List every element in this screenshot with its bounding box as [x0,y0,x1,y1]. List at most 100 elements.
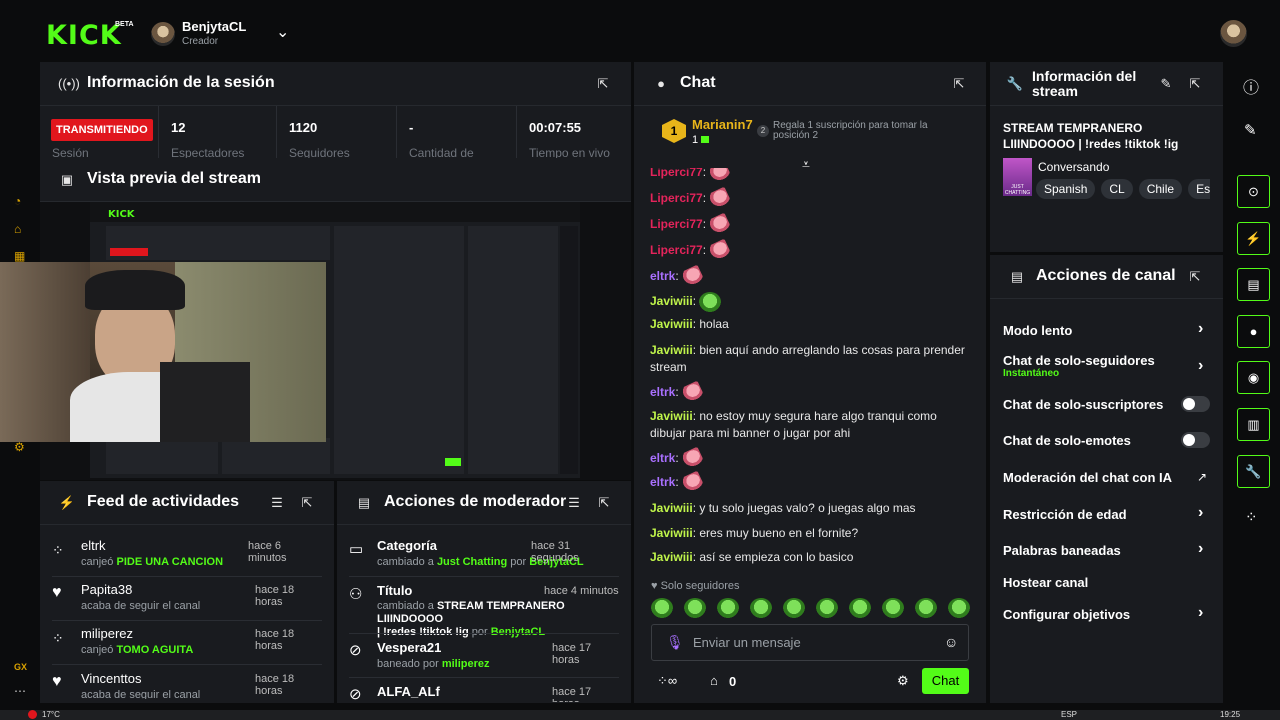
chat-message[interactable]: Liperci77: [650,186,970,212]
list-icon[interactable]: ▥ [1237,408,1270,441]
emotes-only-toggle[interactable] [1181,432,1210,448]
robot-icon[interactable]: ⌂ [14,222,21,236]
tag[interactable]: Esp [1188,179,1210,199]
feed-item[interactable]: ♥ Vincenttos acaba de seguir el canal ha… [52,671,322,699]
emoji-icon[interactable]: ☺ [944,634,958,650]
camera-icon[interactable]: ⊙ [1237,175,1270,208]
layers-icon[interactable]: ▦ [14,249,25,263]
chat-message[interactable]: Javiwiii: [650,292,970,312]
store-icon[interactable]: ⌂ [710,673,718,688]
gear-icon[interactable]: ⚙ [897,673,909,689]
chat-message[interactable]: eltrk: [650,380,970,406]
popout-icon[interactable]: ⇱ [950,75,968,93]
chat-username[interactable]: eltrk [650,385,675,399]
followers-only-row[interactable]: Chat de solo-seguidores [1003,353,1155,368]
chat-message[interactable]: Liperci77: [650,238,970,264]
chevron-right-icon[interactable]: › [1198,540,1203,558]
wrench-icon[interactable]: 🔧 [1237,455,1270,488]
subscribers-only-toggle[interactable] [1181,396,1210,412]
banned-words-row[interactable]: Palabras baneadas [1003,543,1121,558]
emote-button[interactable] [915,598,937,618]
chat-message[interactable]: Javiwiii: no estoy muy segura hare algo … [650,408,970,442]
chat-message[interactable]: Javiwiii: y tu solo juegas valo? o juega… [650,500,970,517]
configure-goals-row[interactable]: Configurar objetivos [1003,607,1130,622]
popout-icon[interactable]: ⇱ [298,494,316,512]
chevron-right-icon[interactable]: › [1198,320,1203,338]
info-icon[interactable]: ⓘ [1243,74,1259,98]
emote-button[interactable] [948,598,970,618]
emote-button[interactable] [816,598,838,618]
chat-username[interactable]: Javiwiii [650,501,693,515]
send-chat-button[interactable]: Chat [922,668,969,694]
popout-icon[interactable]: ⇱ [1186,75,1204,93]
creator-avatar[interactable] [151,22,175,46]
popout-icon[interactable]: ⇱ [1186,268,1204,286]
chat-username[interactable]: Liperci77 [650,168,703,179]
chat-message[interactable]: Javiwiii: así se empieza con lo basico [650,549,970,566]
category-name[interactable]: Conversando [1038,160,1109,174]
chat-username[interactable]: Javiwiii [650,343,693,357]
chat-username[interactable]: eltrk [650,475,675,489]
chevron-down-icon[interactable]: ⌄ [276,22,289,42]
chat-username[interactable]: eltrk [650,269,675,283]
category-thumbnail[interactable]: JUST CHATTING [1003,158,1032,196]
tag[interactable]: Spanish [1036,179,1096,199]
filter-icon[interactable]: ☰ [268,494,286,512]
broadcast-icon[interactable]: ◉ [1237,361,1270,394]
pinned-gift-leaderboard[interactable]: 1 Marianin7 1 2 Regala 1 suscripción par… [634,106,986,158]
profile-avatar[interactable] [1220,20,1247,47]
stat-value: 00:07:55 [529,120,582,135]
chevron-right-icon[interactable]: › [1198,604,1203,622]
chat-username[interactable]: Liperci77 [650,191,703,205]
chat-username[interactable]: Javiwiii [650,409,693,423]
chat-username[interactable]: Liperci77 [650,217,703,231]
age-restriction-row[interactable]: Restricción de edad [1003,507,1127,522]
emote-button[interactable] [651,598,673,618]
popout-icon[interactable]: ⇱ [595,494,613,512]
chat-username[interactable]: Javiwiii [650,526,693,540]
kick-points-icon[interactable]: ⁘ [1245,508,1258,526]
document-icon[interactable]: ▤ [1237,268,1270,301]
chevron-right-icon[interactable]: › [1198,357,1203,375]
popout-icon[interactable]: ⇱ [594,75,612,93]
chat-username[interactable]: eltrk [650,451,675,465]
microphone-icon[interactable]: 🎙 [666,634,684,651]
analytics-icon[interactable]: ◔ [14,194,21,208]
edit-icon[interactable]: ✎ [1244,121,1257,139]
tag[interactable]: Chile [1138,179,1183,199]
emote-button[interactable] [882,598,904,618]
chat-input[interactable]: 🎙 Enviar un mensaje ☺ [651,624,969,661]
mod-item[interactable]: ⊘ ALFA_ALf hace 17 horas [349,684,619,702]
chat-message[interactable]: Javiwiii: bien aquí ando arreglando las … [650,342,970,376]
slow-mode-row[interactable]: Modo lento [1003,323,1072,338]
chat-username[interactable]: Javiwiii [650,550,693,564]
chat-message[interactable]: eltrk: [650,470,970,496]
emote-button[interactable] [783,598,805,618]
emote-button[interactable] [849,598,871,618]
settings-icon[interactable]: ⚙ [14,440,25,454]
kick-logo[interactable]: KICK [46,20,122,51]
host-channel-row[interactable]: Hostear canal [1003,575,1088,590]
chevron-right-icon[interactable]: › [1198,504,1203,522]
chat-message[interactable]: eltrk: [650,446,970,472]
chat-username[interactable]: Javiwiii [650,294,693,308]
ai-moderation-row[interactable]: Moderación del chat con IA [1003,470,1172,485]
chat-message[interactable]: eltrk: [650,264,970,290]
edit-icon[interactable]: ✎ [1157,75,1175,93]
tag[interactable]: CL [1101,179,1133,199]
chat-message[interactable]: Liperci77: [650,168,970,186]
emote-button[interactable] [750,598,772,618]
emote-button[interactable] [684,598,706,618]
chat-username[interactable]: Javiwiii [650,317,693,331]
chat-bubble-icon[interactable]: ● [1237,315,1270,348]
filter-icon[interactable]: ☰ [565,494,583,512]
bolt-icon[interactable]: ⚡ [1237,222,1270,255]
chat-message[interactable]: Liperci77: [650,212,970,238]
chat-message[interactable]: Javiwiii: eres muy bueno en el fornite? [650,525,970,542]
external-link-icon[interactable]: ↗ [1197,470,1207,484]
emote-button[interactable] [717,598,739,618]
more-icon[interactable]: ⋯ [14,684,26,698]
kick-points-icon[interactable]: ⁘∞ [657,673,677,689]
chat-username[interactable]: Liperci77 [650,243,703,257]
chat-message[interactable]: Javiwiii: holaa [650,316,970,333]
